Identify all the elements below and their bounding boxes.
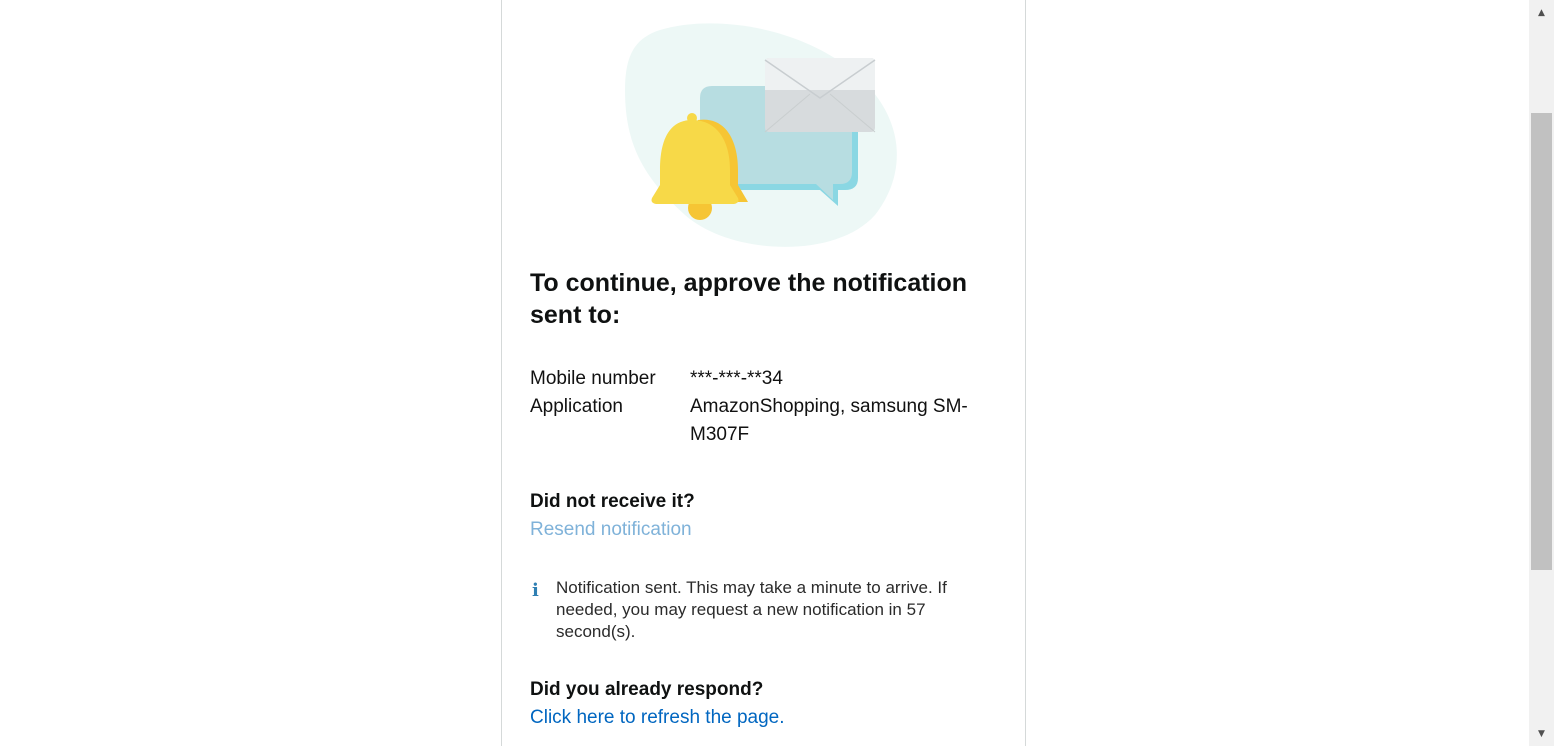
detail-value: AmazonShopping, samsung SM-M307F (690, 396, 968, 445)
detail-row-application: Application AmazonShopping, samsung SM-M… (530, 393, 990, 449)
refresh-section-title: Did you already respond? (530, 679, 764, 700)
page: To continue, approve the notification se… (0, 0, 1554, 746)
envelope-icon (764, 58, 876, 133)
notice-text: Notification sent. This may take a minut… (556, 578, 947, 641)
page-heading: To continue, approve the notification se… (530, 269, 968, 329)
notification-illustration (625, 23, 897, 247)
scroll-down-arrow-icon[interactable]: ▼ (1529, 725, 1554, 742)
notification-sent-alert: i Notification sent. This may take a min… (530, 577, 980, 643)
resend-section-title: Did not receive it? (530, 491, 695, 512)
scrollbar-thumb[interactable] (1531, 113, 1552, 570)
detail-label: Mobile number (530, 368, 656, 389)
notification-details: Mobile number ***-***-**34 Application A… (530, 365, 990, 449)
info-icon: i (532, 580, 539, 601)
detail-value: ***-***-**34 (690, 368, 783, 389)
detail-row-mobile-number: Mobile number ***-***-**34 (530, 365, 990, 393)
detail-label: Application (530, 396, 623, 417)
refresh-page-link[interactable]: Click here to refresh the page. (530, 704, 785, 732)
scroll-up-arrow-icon[interactable]: ▲ (1529, 4, 1554, 21)
resend-notification-link[interactable]: Resend notification (530, 516, 692, 544)
